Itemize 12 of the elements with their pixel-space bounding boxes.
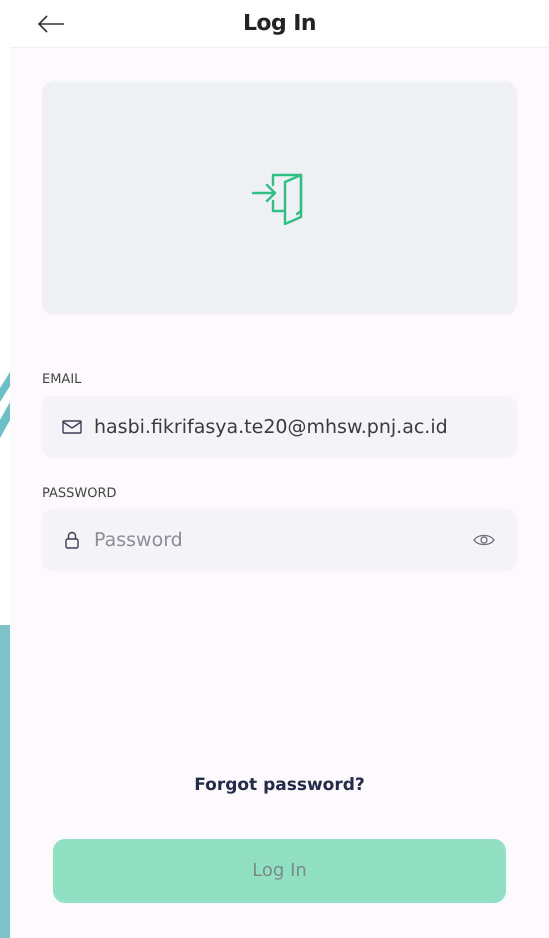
envelope-icon: [62, 420, 82, 434]
eye-icon: [473, 533, 495, 547]
page-title: Log In: [242, 10, 316, 38]
back-arrow-icon: [36, 14, 66, 34]
lock-icon: [64, 531, 80, 549]
email-label: EMAIL: [42, 371, 82, 389]
password-field[interactable]: Password: [42, 509, 517, 571]
email-field[interactable]: hasbi.fikrifasya.te20@mhsw.pnj.ac.id: [42, 396, 517, 458]
show-password-button[interactable]: [473, 533, 495, 547]
diagonal-stripes-drawing: [0, 372, 10, 438]
password-label: PASSWORD: [42, 484, 118, 502]
forgot-password-link[interactable]: Forgot password?: [194, 773, 365, 798]
